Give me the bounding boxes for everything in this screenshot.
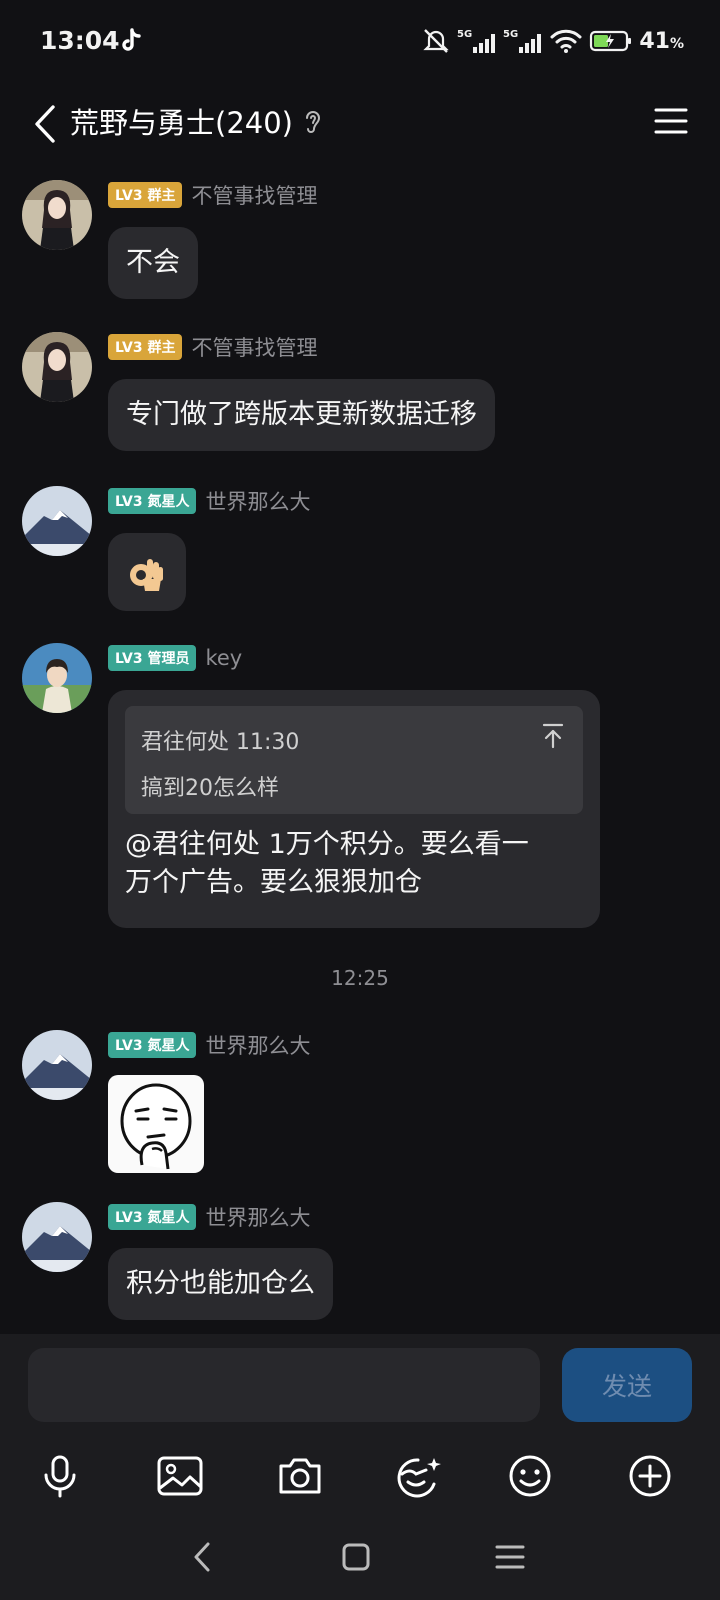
chat-header: 荒野与勇士(240) [0, 86, 720, 166]
quoted-message[interactable]: 君往何处 11:30 搞到20怎么样 [125, 706, 583, 814]
message-meta: LV3 群主 不管事找管理 [108, 182, 317, 208]
avatar-girl-image [22, 332, 92, 402]
reply-text-line-1: @君往何处 1万个积分。要么看一 [125, 829, 529, 860]
sender-name[interactable]: key [205, 646, 242, 670]
ear-icon[interactable] [302, 106, 324, 136]
avatar-mountain-image [22, 1202, 92, 1272]
wifi-icon [550, 29, 582, 53]
voice-button[interactable] [30, 1446, 90, 1506]
battery-percent: 41% [639, 28, 684, 54]
nav-recents-icon [495, 1545, 525, 1569]
avatar[interactable] [22, 1202, 92, 1272]
avatar-mountain-image [22, 486, 92, 556]
avatar-girl-image [22, 180, 92, 250]
sender-name[interactable]: 不管事找管理 [191, 180, 317, 210]
level-badge: LV3 氮星人 [108, 1204, 197, 1230]
input-area: 发送 [0, 1334, 720, 1438]
quoted-text: 搞到20怎么样 [141, 776, 279, 801]
chat-title[interactable]: 荒野与勇士(240) [70, 100, 293, 142]
level-badge: LV3 氮星人 [108, 488, 197, 514]
quoted-author-time: 君往何处 11:30 [141, 730, 300, 755]
mute-icon [423, 29, 449, 53]
back-button[interactable] [20, 94, 70, 154]
avatar-mountain-image [22, 1030, 92, 1100]
camera-button[interactable] [270, 1446, 330, 1506]
nav-back-button[interactable] [172, 1532, 232, 1582]
status-time: 13:04 [40, 26, 120, 55]
sticker-message[interactable] [108, 1075, 204, 1173]
tiktok-icon [122, 28, 141, 51]
sender-name[interactable]: 不管事找管理 [191, 332, 317, 362]
time-separator: 12:25 [331, 966, 389, 990]
sticker-button[interactable] [388, 1446, 448, 1506]
battery-icon [590, 30, 632, 52]
message-bubble[interactable]: 积分也能加仓么 [108, 1248, 333, 1320]
message-meta: LV3 氮星人 世界那么大 [108, 1204, 310, 1230]
message-bubble[interactable] [108, 533, 186, 611]
avatar[interactable] [22, 643, 92, 713]
plus-icon [629, 1455, 671, 1497]
camera-icon [279, 1458, 321, 1494]
jump-to-quote-icon[interactable] [541, 722, 565, 750]
status-bar: 13:04 5G 5G 41% [0, 0, 720, 86]
nav-home-icon [342, 1543, 370, 1571]
avatar[interactable] [22, 180, 92, 250]
message-bubble[interactable]: 不会 [108, 227, 198, 299]
more-button[interactable] [620, 1446, 680, 1506]
network-label-1: 5G [457, 29, 472, 40]
message-input[interactable] [28, 1348, 540, 1422]
sender-name[interactable]: 世界那么大 [205, 1202, 310, 1232]
thinking-face-sticker [120, 1083, 192, 1170]
level-badge: LV3 群主 [108, 334, 183, 360]
message-bubble[interactable]: 专门做了跨版本更新数据迁移 [108, 379, 495, 451]
signal-icon: 5G [457, 29, 496, 53]
sender-name[interactable]: 世界那么大 [205, 486, 310, 516]
ok-hand-emoji [130, 558, 163, 591]
menu-button[interactable] [648, 96, 694, 146]
send-button[interactable]: 发送 [562, 1348, 692, 1422]
nav-back-icon [194, 1542, 210, 1572]
status-icons: 5G 5G 41% [421, 26, 684, 56]
emoji-icon [509, 1455, 551, 1497]
level-badge: LV3 管理员 [108, 645, 197, 671]
message-meta: LV3 管理员 key [108, 645, 242, 671]
emoji-button[interactable] [500, 1446, 560, 1506]
nav-recents-button[interactable] [480, 1532, 540, 1582]
message-meta: LV3 氮星人 世界那么大 [108, 488, 310, 514]
image-icon [157, 1456, 203, 1496]
level-badge: LV3 群主 [108, 182, 183, 208]
gallery-button[interactable] [150, 1446, 210, 1506]
message-bubble[interactable]: 君往何处 11:30 搞到20怎么样 @君往何处 1万个积分。要么看一 万个广告… [108, 690, 600, 928]
nav-home-button[interactable] [326, 1532, 386, 1582]
system-nav-bar [0, 1518, 720, 1600]
sender-name[interactable]: 世界那么大 [205, 1030, 310, 1060]
avatar[interactable] [22, 486, 92, 556]
message-meta: LV3 氮星人 世界那么大 [108, 1032, 310, 1058]
back-icon [35, 105, 55, 143]
menu-icon [654, 108, 688, 134]
network-label-2: 5G [503, 29, 518, 40]
message-meta: LV3 群主 不管事找管理 [108, 334, 317, 360]
reply-text-line-2: 万个广告。要么狠狠加仓 [125, 867, 422, 898]
avatar-boy-image [22, 643, 92, 713]
sticker-icon [397, 1458, 441, 1498]
avatar[interactable] [22, 332, 92, 402]
microphone-icon [44, 1455, 76, 1498]
signal-icon-2: 5G [503, 29, 542, 53]
input-toolbar [0, 1438, 720, 1518]
reply-text: @君往何处 1万个积分。要么看一 万个广告。要么狠狠加仓 [125, 826, 585, 902]
avatar[interactable] [22, 1030, 92, 1100]
level-badge: LV3 氮星人 [108, 1032, 197, 1058]
